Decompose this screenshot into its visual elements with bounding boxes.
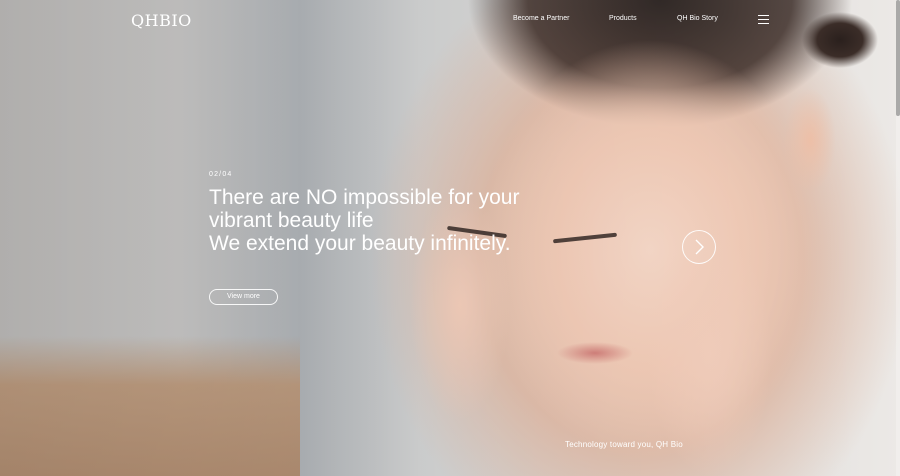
headline-line-3: We extend your beauty infinitely.: [209, 232, 511, 255]
chevron-right-icon: [695, 239, 704, 255]
nav-link-become-a-partner[interactable]: Become a Partner: [513, 15, 569, 22]
scrollbar-thumb[interactable]: [896, 0, 900, 116]
hero-tagline: Technology toward you, QH Bio: [565, 440, 683, 449]
view-more-button[interactable]: View more: [209, 289, 278, 305]
nav-link-qh-bio-story[interactable]: QH Bio Story: [677, 15, 718, 22]
brand-logo[interactable]: QHBIO: [131, 11, 192, 30]
headline-line-2: vibrant beauty life: [209, 209, 374, 232]
next-slide-button[interactable]: [682, 230, 716, 264]
headline-line-1: There are NO impossible for your: [209, 186, 520, 209]
page-scrollbar[interactable]: [896, 0, 900, 476]
hero-headline: There are NO impossible for your vibrant…: [209, 186, 529, 255]
hamburger-menu-icon[interactable]: [758, 15, 769, 25]
nav-link-products[interactable]: Products: [609, 15, 637, 22]
slide-counter: 02/04: [209, 171, 233, 178]
